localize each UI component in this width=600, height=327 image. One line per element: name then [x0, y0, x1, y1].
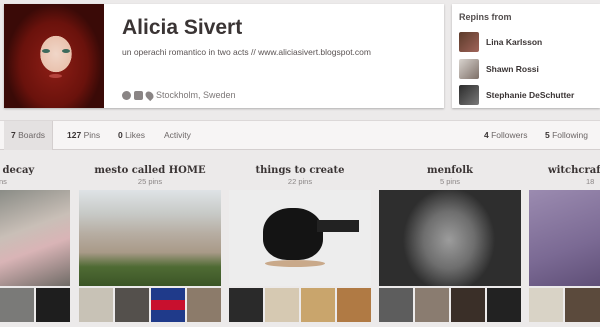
board-cover[interactable]: [229, 190, 371, 286]
board-title[interactable]: mesto called HOME: [79, 165, 221, 176]
avatar-eye-right: [62, 49, 70, 53]
profile-card: Alicia Sivert un operachi romantico in t…: [4, 4, 444, 108]
board-pin-count: 22 pins: [287, 177, 313, 186]
repin-user-name: Lina Karlsson: [486, 37, 543, 47]
likes-label: Likes: [125, 130, 145, 140]
board-cover[interactable]: [0, 190, 70, 286]
activity-label: Activity: [164, 130, 191, 140]
board-pin-count: pins: [0, 177, 7, 186]
board-thumb: [451, 288, 485, 322]
repin-user[interactable]: Lina Karlsson: [459, 32, 542, 52]
avatar: [459, 59, 479, 79]
board-pin-count: 5 pins: [439, 177, 460, 186]
repins-title: Repins from: [459, 12, 512, 22]
saucer: [265, 260, 325, 267]
board-thumb: [415, 288, 449, 322]
board-thumb: [337, 288, 371, 322]
board-thumb: [265, 288, 299, 322]
location-pin-icon: [143, 89, 156, 101]
repins-panel: Repins from Lina Karlsson Shawn Rossi St…: [452, 4, 600, 108]
board-thumb: [565, 288, 600, 322]
boards-label: Boards: [18, 130, 46, 140]
board-thumb: [79, 288, 113, 322]
board-thumbnails[interactable]: [379, 288, 521, 322]
profile-links: Stockholm, Sweden: [122, 89, 236, 101]
repin-user[interactable]: Shawn Rossi: [459, 59, 539, 79]
avatar: [459, 85, 479, 105]
board-thumb: [151, 288, 185, 322]
board-cover[interactable]: [379, 190, 521, 286]
facebook-icon[interactable]: [134, 90, 143, 100]
pins-count: 127: [67, 130, 82, 140]
board-thumb: [229, 288, 263, 322]
repin-user-name: Shawn Rossi: [486, 64, 539, 74]
teapot-icon: [263, 208, 323, 260]
board-thumb: [301, 288, 335, 322]
profile-name: Alicia Sivert: [122, 16, 243, 39]
following-link[interactable]: 5 Following: [545, 121, 588, 150]
tab-likes[interactable]: 0 Likes: [118, 121, 145, 150]
avatar-mouth: [49, 74, 62, 78]
followers-count: 4: [484, 130, 489, 140]
repin-user-name: Stephanie DeSchutter: [486, 90, 575, 100]
followers-link[interactable]: 4 Followers: [484, 121, 527, 150]
board-title[interactable]: witchcraft: [548, 165, 600, 176]
board-thumbnails[interactable]: [79, 288, 221, 322]
board-thumb: [487, 288, 521, 322]
avatar[interactable]: [4, 4, 104, 108]
board-thumbnails[interactable]: [229, 288, 371, 322]
tab-boards[interactable]: 7 Boards: [4, 121, 54, 150]
followers-label: Followers: [491, 130, 528, 140]
avatar-eye-left: [42, 49, 50, 53]
pistol-icon: [317, 220, 359, 232]
following-count: 5: [545, 130, 550, 140]
tab-pins[interactable]: 127 Pins: [67, 121, 100, 150]
board-title[interactable]: things to create: [229, 165, 371, 176]
profile-stats-bar: 7 Boards 127 Pins 0 Likes Activity 4 Fol…: [0, 120, 600, 150]
boards-count: 7: [11, 130, 16, 140]
repin-user[interactable]: Stephanie DeSchutter: [459, 85, 574, 105]
likes-count: 0: [118, 130, 123, 140]
tab-activity[interactable]: Activity: [164, 121, 191, 150]
pins-label: Pins: [83, 130, 101, 140]
board-thumb: [115, 288, 149, 322]
board-pin-count: 18: [586, 177, 595, 186]
following-label: Following: [552, 130, 589, 140]
board-cover[interactable]: [79, 190, 221, 286]
board-thumb: [187, 288, 221, 322]
board-thumbnails[interactable]: [0, 288, 70, 322]
board-title[interactable]: menfolk: [379, 165, 521, 176]
board-thumb: [379, 288, 413, 322]
board-title[interactable]: & decay: [0, 165, 50, 176]
board-pin-count: 25 pins: [137, 177, 163, 186]
board-thumbnails[interactable]: [529, 288, 600, 322]
board-cover[interactable]: [529, 190, 600, 286]
profile-location: Stockholm, Sweden: [156, 90, 236, 100]
globe-icon[interactable]: [122, 90, 131, 100]
profile-bio: un operachi romantico in two acts // www…: [122, 47, 371, 57]
board-thumb: [0, 288, 34, 322]
board-thumb: [36, 288, 70, 322]
avatar: [459, 32, 479, 52]
board-thumb: [529, 288, 563, 322]
